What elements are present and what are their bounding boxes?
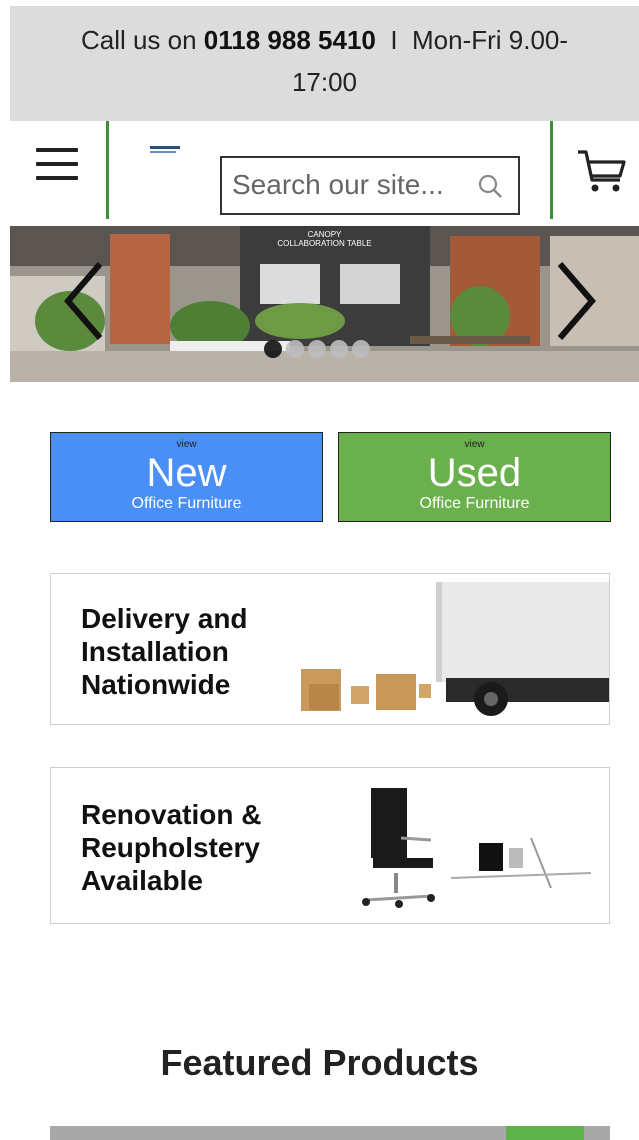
logo-icon [150, 146, 180, 153]
slider-dot[interactable] [330, 340, 348, 358]
slider-dot[interactable] [352, 340, 370, 358]
renovation-banner-text: Renovation & Reupholstery Available [81, 799, 262, 896]
search-input[interactable] [232, 158, 472, 212]
contact-line-1: Call us on 0118 988 5410 I Mon-Fri 9.00- [80, 25, 569, 55]
new-furniture-title: New [146, 451, 227, 495]
used-furniture-title: Used [427, 451, 522, 495]
delivery-van-image [301, 582, 609, 716]
featured-products-heading: Featured Products [160, 1042, 479, 1083]
chevron-right-icon[interactable] [552, 258, 600, 344]
chevron-left-icon[interactable] [60, 258, 108, 344]
hamburger-icon[interactable] [36, 148, 78, 182]
contact-bar: Call us on 0118 988 5410 I Mon-Fri 9.00-… [10, 6, 639, 121]
slider-dot[interactable] [264, 340, 282, 358]
header-divider-right [550, 121, 553, 219]
delivery-banner[interactable]: Delivery and Installation Nationwide [50, 573, 610, 725]
product-badge [506, 1126, 584, 1140]
featured-product-image[interactable] [50, 1126, 610, 1140]
used-furniture-button[interactable]: view Used Office Furniture [338, 432, 611, 522]
new-furniture-button[interactable]: view New Office Furniture [50, 432, 323, 522]
delivery-banner-text: Delivery and Installation Nationwide [81, 603, 248, 700]
search-box[interactable] [220, 156, 520, 215]
slider-dots [264, 340, 374, 363]
office-chair-image [362, 788, 592, 908]
search-icon[interactable] [476, 172, 504, 200]
header-divider-left [106, 121, 109, 219]
shopping-cart-icon[interactable] [574, 146, 630, 196]
phone-number[interactable]: 0118 988 5410 [204, 25, 376, 55]
site-logo[interactable] [150, 145, 182, 157]
slide-caption: CANOPY COLLABORATION TABLE [277, 230, 372, 248]
used-furniture-subtitle: Office Furniture [419, 495, 530, 512]
renovation-banner[interactable]: Renovation & Reupholstery Available [50, 767, 610, 924]
slider-dot[interactable] [286, 340, 304, 358]
new-furniture-subtitle: Office Furniture [131, 495, 242, 512]
slider-dot[interactable] [308, 340, 326, 358]
contact-line-2: 17:00 [291, 67, 358, 97]
